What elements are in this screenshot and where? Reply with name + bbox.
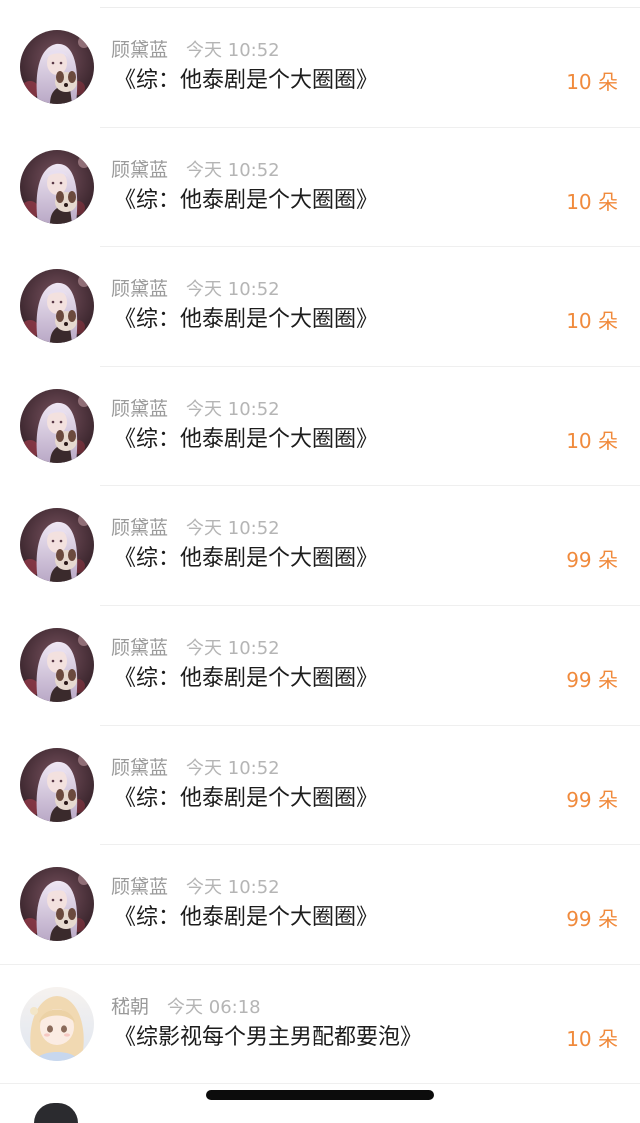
flower-count: 10 朵	[566, 70, 618, 94]
timestamp: 今天 10:52	[186, 877, 280, 899]
next-item-avatar	[34, 1103, 78, 1123]
list-item[interactable]: 顾黛蓝 今天 10:52 《综：他泰剧是个大圈圈》 99 朵	[0, 845, 640, 965]
list-item[interactable]: 顾黛蓝 今天 10:52 《综：他泰剧是个大圈圈》 99 朵	[0, 486, 640, 606]
item-meta: 顾黛蓝 今天 10:52	[111, 396, 280, 422]
item-meta: 顾黛蓝 今天 10:52	[111, 874, 280, 900]
list-item[interactable]: 顾黛蓝 今天 10:52 《综：他泰剧是个大圈圈》 99 朵	[0, 726, 640, 846]
user-name: 嵇朝	[111, 995, 150, 1018]
anime-girl-avatar[interactable]	[20, 986, 94, 1061]
item-meta: 顾黛蓝 今天 10:52	[111, 515, 280, 541]
list-item[interactable]: 顾黛蓝 今天 10:52 《综：他泰剧是个大圈圈》 10 朵	[0, 367, 640, 487]
item-meta: 顾黛蓝 今天 10:52	[111, 157, 280, 183]
flower-count: 99 朵	[566, 548, 618, 573]
timestamp: 今天 10:52	[186, 159, 280, 181]
list-item[interactable]: 顾黛蓝 今天 10:52 《综：他泰剧是个大圈圈》 10 朵	[0, 128, 640, 248]
list-item[interactable]: 嵇朝 今天 06:18 《综影视每个男主男配都要泡》 10 朵	[0, 965, 640, 1085]
user-name: 顾黛蓝	[111, 397, 169, 420]
user-name: 顾黛蓝	[111, 636, 169, 659]
girl-with-dog-avatar[interactable]	[20, 269, 94, 344]
girl-with-dog-avatar[interactable]	[20, 149, 94, 224]
user-name: 顾黛蓝	[111, 39, 169, 61]
girl-with-dog-avatar[interactable]	[20, 30, 94, 104]
user-name: 顾黛蓝	[111, 158, 169, 181]
timestamp: 今天 10:52	[186, 279, 280, 301]
book-title: 《综：他泰剧是个大圈圈》	[114, 307, 379, 333]
item-meta: 顾黛蓝 今天 10:52	[111, 755, 280, 781]
book-title: 《综：他泰剧是个大圈圈》	[114, 665, 379, 691]
flower-count: 10 朵	[566, 428, 618, 453]
timestamp: 今天 10:52	[186, 518, 280, 540]
girl-with-dog-avatar[interactable]	[20, 508, 94, 583]
book-title: 《综：他泰剧是个大圈圈》	[114, 187, 379, 213]
timestamp: 今天 10:52	[186, 40, 280, 61]
reward-list: 顾黛蓝 今天 10:52 《综：他泰剧是个大圈圈》 10 朵 顾黛蓝 今天 10:5…	[0, 8, 640, 1084]
flower-count: 10 朵	[566, 189, 618, 214]
flower-count: 10 朵	[566, 1026, 618, 1051]
timestamp: 今天 06:18	[167, 996, 261, 1018]
list-item[interactable]: 顾黛蓝 今天 10:52 《综：他泰剧是个大圈圈》 99 朵	[0, 606, 640, 726]
girl-with-dog-avatar[interactable]	[20, 747, 94, 822]
flower-count: 99 朵	[566, 787, 618, 812]
item-meta: 顾黛蓝 今天 10:52	[111, 276, 280, 302]
user-name: 顾黛蓝	[111, 517, 169, 540]
book-title: 《综：他泰剧是个大圈圈》	[114, 546, 379, 572]
timestamp: 今天 10:52	[186, 398, 280, 420]
book-title: 《综：他泰剧是个大圈圈》	[114, 68, 379, 93]
timestamp: 今天 10:52	[186, 757, 280, 779]
flower-count: 99 朵	[566, 907, 618, 932]
item-meta: 嵇朝 今天 06:18	[111, 994, 261, 1020]
girl-with-dog-avatar[interactable]	[20, 867, 94, 942]
list-item[interactable]: 顾黛蓝 今天 10:52 《综：他泰剧是个大圈圈》 10 朵	[0, 8, 640, 128]
user-name: 顾黛蓝	[111, 876, 169, 899]
home-indicator[interactable]	[206, 1090, 434, 1100]
girl-with-dog-avatar[interactable]	[20, 627, 94, 702]
book-title: 《综：他泰剧是个大圈圈》	[114, 426, 379, 452]
item-meta: 顾黛蓝 今天 10:52	[111, 37, 280, 63]
user-name: 顾黛蓝	[111, 756, 169, 779]
book-title: 《综：他泰剧是个大圈圈》	[114, 905, 379, 931]
book-title: 《综影视每个男主男配都要泡》	[114, 1024, 423, 1050]
flower-count: 10 朵	[566, 309, 618, 334]
user-name: 顾黛蓝	[111, 278, 169, 301]
list-item[interactable]: 顾黛蓝 今天 10:52 《综：他泰剧是个大圈圈》 10 朵	[0, 247, 640, 367]
flower-count: 99 朵	[566, 667, 618, 692]
timestamp: 今天 10:52	[186, 637, 280, 659]
book-title: 《综：他泰剧是个大圈圈》	[114, 785, 379, 811]
item-meta: 顾黛蓝 今天 10:52	[111, 635, 280, 661]
girl-with-dog-avatar[interactable]	[20, 388, 94, 463]
